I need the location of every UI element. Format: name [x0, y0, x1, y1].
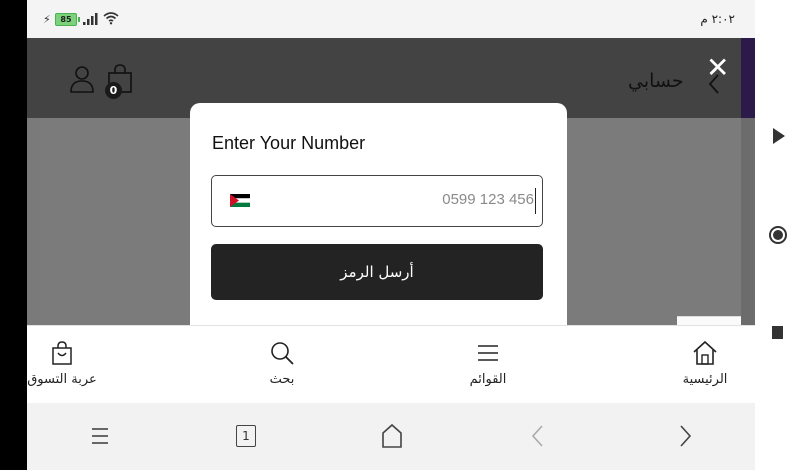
back-icon[interactable]	[527, 423, 551, 449]
text-caret	[534, 188, 536, 214]
tab-count: 1	[242, 429, 250, 443]
modal-title: Enter Your Number	[212, 133, 366, 153]
home-icon	[693, 340, 717, 365]
browser-nav-bar: 1	[27, 403, 755, 470]
wifi-icon	[103, 12, 119, 25]
forward-icon[interactable]	[672, 423, 696, 449]
nav-label-cart: عربة التسوق	[27, 372, 97, 387]
send-code-button[interactable]: أرسل الرمز	[211, 244, 543, 300]
play-icon[interactable]	[773, 128, 785, 144]
tabs-icon[interactable]: 1	[236, 425, 256, 447]
left-black-bar	[0, 0, 27, 470]
phone-number-input[interactable]: 0599 123 456	[211, 175, 543, 227]
user-icon[interactable]	[70, 65, 94, 93]
search-icon	[271, 342, 294, 365]
nav-label-menu: القوائم	[469, 372, 507, 387]
jordan-flag-icon[interactable]	[230, 194, 250, 207]
bottom-nav: عربة التسوق بحث القوائم الرئيسية	[27, 325, 755, 404]
battery-icon: 85	[55, 13, 77, 26]
phone-number-modal: Enter Your Number 0599 123 456 أرسل الرم…	[190, 103, 567, 326]
close-icon[interactable]: ✕	[706, 54, 729, 82]
nav-item-search[interactable]: بحث	[247, 326, 317, 404]
phone-placeholder: 0599 123 456	[442, 191, 534, 208]
shopping-bag-icon	[52, 341, 72, 365]
battery-level: 85	[60, 15, 72, 24]
stop-icon[interactable]	[772, 326, 783, 339]
home-icon[interactable]	[380, 423, 404, 449]
nav-item-cart[interactable]: عربة التسوق	[27, 326, 97, 404]
header-accent-edge	[741, 38, 755, 118]
nav-label-search: بحث	[269, 372, 295, 387]
nav-label-home: الرئيسية	[682, 372, 728, 387]
charging-bolt-icon: ⚡	[43, 13, 51, 26]
menu-icon	[478, 345, 498, 361]
battery-tip	[78, 17, 80, 22]
signal-icon	[83, 13, 98, 25]
account-label[interactable]: حسابي	[628, 70, 684, 92]
record-icon[interactable]	[768, 225, 788, 245]
page-overlay-right	[741, 118, 755, 326]
status-bar: ⚡ 85 ٢:٠٢ م	[27, 0, 755, 38]
status-time: ٢:٠٢ م	[700, 12, 735, 26]
emulator-side-panel	[755, 0, 800, 470]
nav-item-home[interactable]: الرئيسية	[670, 326, 740, 404]
menu-icon[interactable]	[88, 423, 112, 449]
cart-count-badge: 0	[105, 82, 122, 99]
nav-item-menu[interactable]: القوائم	[453, 326, 523, 404]
